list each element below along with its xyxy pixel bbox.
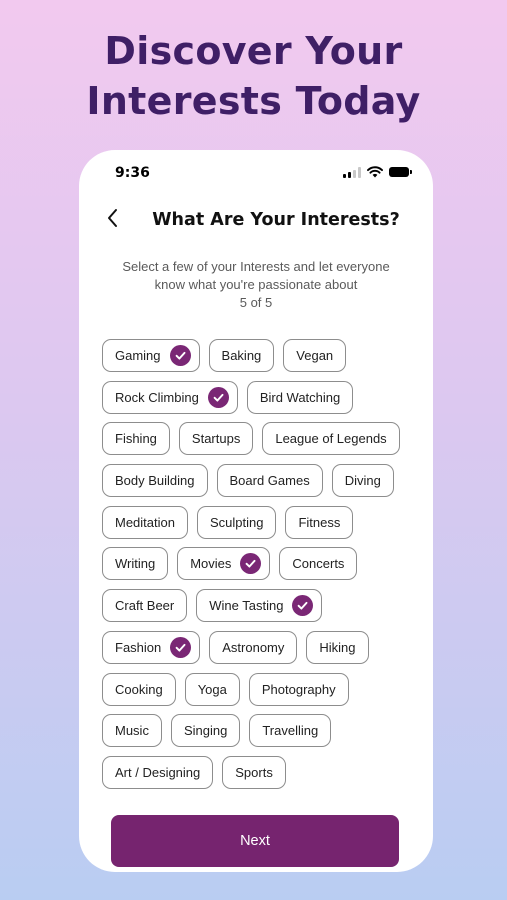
- interest-chip-label: Travelling: [262, 723, 319, 739]
- battery-icon: [389, 167, 412, 177]
- interest-chip-label: Craft Beer: [115, 598, 175, 614]
- interest-chip-startups[interactable]: Startups: [178, 422, 254, 456]
- chip-row: Rock Climbing Bird Watching: [102, 380, 418, 414]
- interest-chip-label: Sculpting: [209, 514, 264, 530]
- interest-chip-label: Fashion: [115, 639, 162, 655]
- instructions-line-1: Select a few of your Interests and let e…: [122, 259, 390, 274]
- interest-chip-music[interactable]: Music: [102, 714, 162, 748]
- interest-chip-sculpting[interactable]: Sculpting: [196, 505, 277, 539]
- interest-chip-label: Vegan: [296, 348, 334, 363]
- chip-row: Body Building Board Games Diving: [102, 464, 418, 498]
- interest-chip-travelling[interactable]: Travelling: [249, 714, 332, 748]
- interest-chip-label: Movies: [190, 556, 232, 572]
- status-bar: 9:36: [79, 150, 433, 198]
- headline-line-2: Interests Today: [86, 79, 421, 123]
- check-circle-icon: [240, 553, 262, 575]
- interest-chip-label: Board Games: [229, 473, 310, 489]
- interest-chip-label: Bird Watching: [259, 389, 341, 405]
- interest-chip-cooking[interactable]: Cooking: [102, 672, 176, 706]
- interest-chip-art-designing[interactable]: Art / Designing: [102, 755, 214, 789]
- interest-chip-label: Diving: [344, 473, 381, 489]
- interest-chip-label: Cooking: [115, 681, 163, 697]
- selection-counter: 5 of 5: [239, 295, 273, 310]
- nav-bar: What Are Your Interests?: [79, 202, 433, 242]
- interest-chip-astronomy[interactable]: Astronomy: [209, 630, 298, 664]
- interest-chip-sports[interactable]: Sports: [222, 755, 286, 789]
- interest-chip-label: Concerts: [292, 556, 345, 572]
- instructions-line-2: know what you're passionate about: [154, 277, 358, 292]
- interest-chip-meditation[interactable]: Meditation: [102, 505, 188, 539]
- interest-chip-body-building[interactable]: Body Building: [102, 464, 208, 498]
- interest-chip-label: Photography: [261, 681, 336, 697]
- check-circle-icon: [292, 595, 314, 617]
- interest-chip-label: Writing: [115, 556, 156, 572]
- interest-chip-label: Music: [115, 723, 149, 739]
- status-icons: [343, 166, 412, 178]
- chip-row: Craft Beer Wine Tasting: [102, 589, 418, 623]
- interest-chip-fishing[interactable]: Fishing: [102, 422, 170, 456]
- chip-row: Gaming Baking Vegan: [102, 339, 418, 372]
- interest-chip-photography[interactable]: Photography: [248, 672, 349, 706]
- interest-chip-label: Gaming: [115, 348, 161, 363]
- check-circle-icon: [169, 345, 191, 366]
- chip-row: Fashion Astronomy Hiking: [102, 630, 418, 664]
- interest-chip-fashion[interactable]: Fashion: [102, 630, 201, 664]
- interest-chip-concerts[interactable]: Concerts: [279, 547, 358, 581]
- interest-chip-label: Art / Designing: [115, 764, 201, 780]
- interest-chip-label: Fishing: [115, 431, 157, 447]
- chip-row: Fishing Startups League of Legends: [102, 422, 418, 456]
- status-time: 9:36: [115, 165, 150, 181]
- interest-chip-label: Wine Tasting: [209, 598, 284, 614]
- next-button[interactable]: Next: [111, 815, 399, 867]
- interest-chip-list: Gaming Baking Vegan Rock Climbing Bird Watch…: [102, 339, 418, 798]
- chip-row: Writing Movies Concerts: [102, 547, 418, 581]
- interest-chip-label: Astronomy: [222, 639, 285, 655]
- interest-chip-wine-tasting[interactable]: Wine Tasting: [196, 589, 323, 623]
- interest-chip-baking[interactable]: Baking: [208, 339, 275, 372]
- interest-chip-label: Rock Climbing: [115, 389, 199, 405]
- interest-chip-movies[interactable]: Movies: [177, 547, 271, 581]
- cellular-signal-icon: [343, 166, 361, 178]
- interest-chip-label: Meditation: [115, 514, 175, 530]
- chip-row: Cooking Yoga Photography: [102, 672, 418, 706]
- interest-chip-label: Singing: [183, 723, 228, 739]
- interest-chip-writing[interactable]: Writing: [102, 547, 169, 581]
- phone-screen: 9:36 What Are Your Interests? Select a f…: [79, 150, 433, 872]
- interest-chip-singing[interactable]: Singing: [170, 714, 241, 748]
- interest-chip-yoga[interactable]: Yoga: [184, 672, 240, 706]
- interest-chip-vegan[interactable]: Vegan: [283, 339, 347, 372]
- interest-chip-label: League of Legends: [275, 431, 387, 447]
- interest-chip-label: Fitness: [298, 514, 341, 530]
- interest-chip-label: Body Building: [115, 473, 195, 489]
- interest-chip-board-games[interactable]: Board Games: [216, 464, 323, 498]
- interest-chip-diving[interactable]: Diving: [331, 464, 394, 498]
- interest-chip-rock-climbing[interactable]: Rock Climbing: [102, 380, 238, 414]
- interest-chip-label: Sports: [235, 764, 273, 780]
- wifi-icon: [367, 166, 383, 178]
- check-circle-icon: [170, 636, 192, 658]
- chip-row: Music Singing Travelling: [102, 714, 418, 748]
- chip-row: Meditation Sculpting Fitness: [102, 505, 418, 539]
- page-title: What Are Your Interests?: [152, 210, 400, 230]
- chip-row: Art / Designing Sports: [102, 755, 418, 789]
- interest-chip-craft-beer[interactable]: Craft Beer: [102, 589, 188, 623]
- interest-chip-gaming[interactable]: Gaming: [102, 339, 200, 372]
- check-circle-icon: [207, 386, 229, 408]
- instructions: Select a few of your Interests and let e…: [103, 258, 409, 312]
- interest-chip-label: Startups: [191, 431, 241, 447]
- interest-chip-hiking[interactable]: Hiking: [306, 630, 369, 664]
- interest-chip-fitness[interactable]: Fitness: [285, 505, 354, 539]
- interest-chip-label: Yoga: [197, 681, 227, 697]
- marketing-headline: Discover Your Interests Today: [0, 26, 507, 126]
- headline-line-1: Discover Your: [104, 29, 403, 73]
- interest-chip-label: Hiking: [319, 639, 356, 655]
- interest-chip-league-of-legends[interactable]: League of Legends: [262, 422, 400, 456]
- interest-chip-label: Baking: [221, 348, 262, 363]
- interest-chip-bird-watching[interactable]: Bird Watching: [246, 380, 354, 414]
